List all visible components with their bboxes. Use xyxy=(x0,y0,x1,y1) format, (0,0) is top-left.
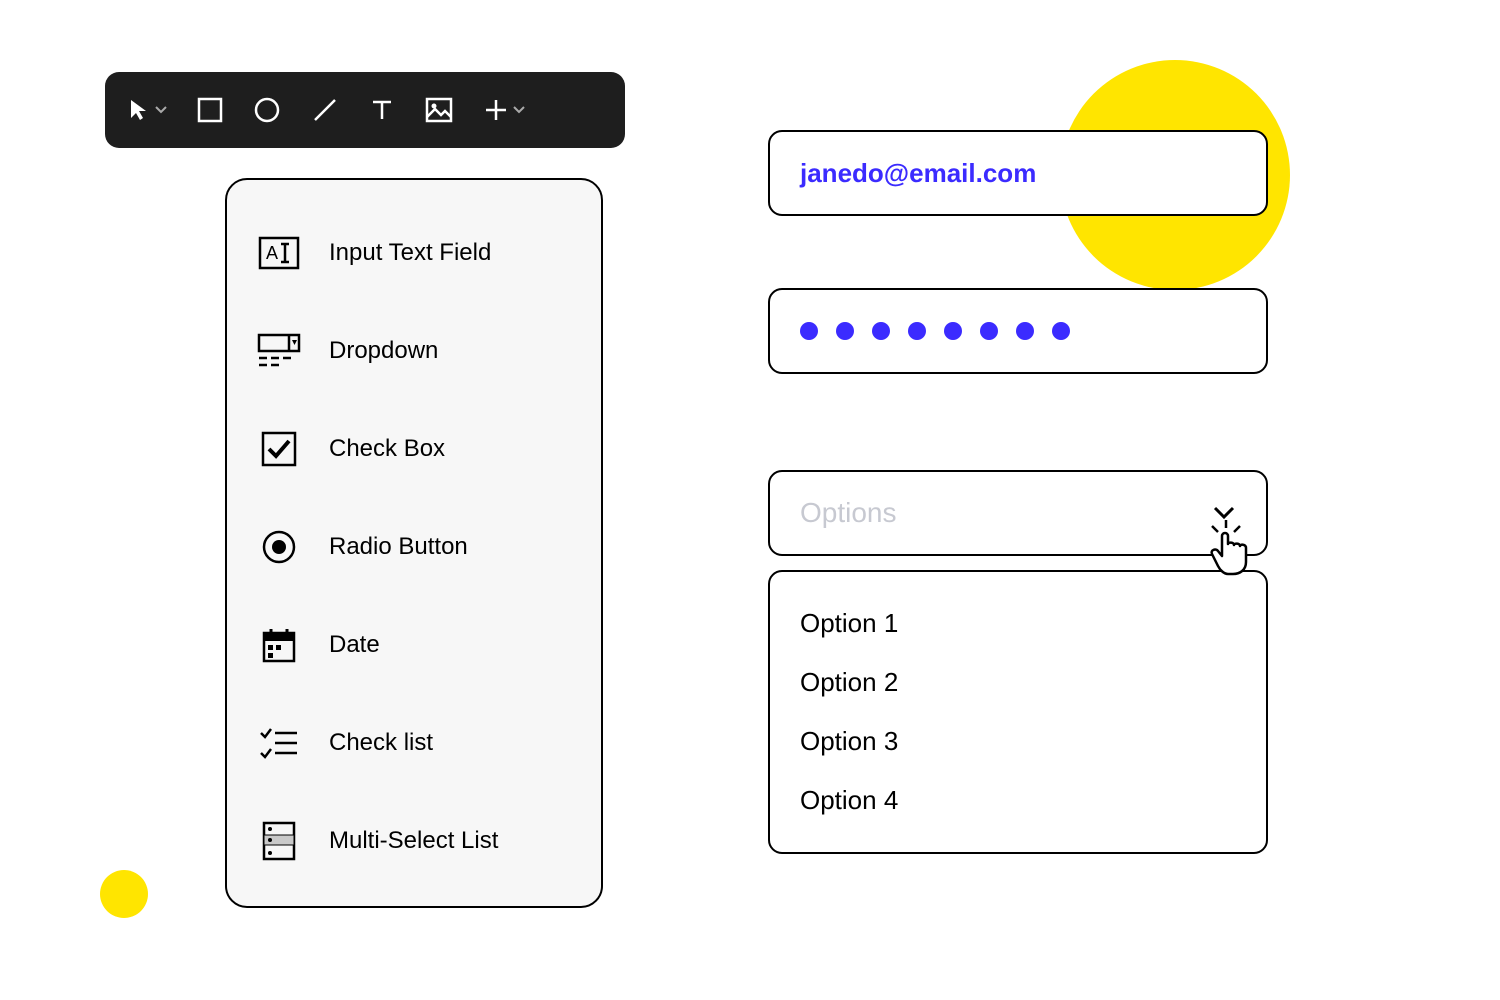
palette-item-label: Multi-Select List xyxy=(329,827,498,855)
palette-item-date[interactable]: Date xyxy=(257,596,571,694)
square-icon xyxy=(197,97,223,123)
options-select[interactable]: Options xyxy=(768,470,1268,556)
tool-cursor[interactable] xyxy=(127,98,167,122)
checklist-icon xyxy=(257,725,301,761)
multiselect-icon xyxy=(257,821,301,861)
option-item[interactable]: Option 2 xyxy=(800,653,1236,712)
email-field[interactable]: janedo@email.com xyxy=(768,130,1268,216)
palette-item-label: Date xyxy=(329,631,380,659)
password-dot xyxy=(908,322,926,340)
palette-item-multiselect[interactable]: Multi-Select List xyxy=(257,792,571,890)
password-dot xyxy=(800,322,818,340)
accent-circle-small xyxy=(100,870,148,918)
tool-add[interactable] xyxy=(483,97,525,123)
tool-circle[interactable] xyxy=(253,96,281,124)
password-dot xyxy=(836,322,854,340)
tool-text[interactable] xyxy=(369,97,395,123)
palette-item-label: Check Box xyxy=(329,435,445,463)
password-dot xyxy=(1016,322,1034,340)
palette-item-checkbox[interactable]: Check Box xyxy=(257,400,571,498)
chevron-down-icon xyxy=(155,104,167,116)
pointer-cursor-icon xyxy=(1206,518,1260,583)
palette-item-label: Check list xyxy=(329,729,433,757)
image-icon xyxy=(425,97,453,123)
component-palette: A Input Text Field Dropdown Check Box Ra… xyxy=(225,178,603,908)
option-item[interactable]: Option 1 xyxy=(800,594,1236,653)
calendar-icon xyxy=(257,627,301,663)
password-dots xyxy=(800,322,1070,340)
chevron-down-icon xyxy=(513,104,525,116)
palette-item-checklist[interactable]: Check list xyxy=(257,694,571,792)
line-icon xyxy=(311,96,339,124)
cursor-icon xyxy=(127,98,151,122)
options-dropdown-panel: Option 1 Option 2 Option 3 Option 4 xyxy=(768,570,1268,854)
input-text-icon: A xyxy=(257,236,301,270)
option-item[interactable]: Option 4 xyxy=(800,771,1236,830)
radio-icon xyxy=(257,529,301,565)
palette-item-label: Radio Button xyxy=(329,533,468,561)
email-value: janedo@email.com xyxy=(800,158,1036,189)
password-dot xyxy=(944,322,962,340)
password-dot xyxy=(872,322,890,340)
dropdown-icon xyxy=(257,333,301,369)
checkbox-icon xyxy=(257,431,301,467)
password-dot xyxy=(1052,322,1070,340)
palette-item-dropdown[interactable]: Dropdown xyxy=(257,302,571,400)
option-item[interactable]: Option 3 xyxy=(800,712,1236,771)
password-field[interactable] xyxy=(768,288,1268,374)
text-icon xyxy=(369,97,395,123)
svg-text:A: A xyxy=(266,243,278,263)
tool-rectangle[interactable] xyxy=(197,97,223,123)
tool-line[interactable] xyxy=(311,96,339,124)
circle-icon xyxy=(253,96,281,124)
password-dot xyxy=(980,322,998,340)
palette-item-label: Dropdown xyxy=(329,337,438,365)
tool-image[interactable] xyxy=(425,97,453,123)
palette-item-input-text[interactable]: A Input Text Field xyxy=(257,204,571,302)
tools-toolbar xyxy=(105,72,625,148)
select-placeholder: Options xyxy=(800,497,897,529)
palette-item-radio[interactable]: Radio Button xyxy=(257,498,571,596)
palette-item-label: Input Text Field xyxy=(329,239,491,267)
plus-icon xyxy=(483,97,509,123)
